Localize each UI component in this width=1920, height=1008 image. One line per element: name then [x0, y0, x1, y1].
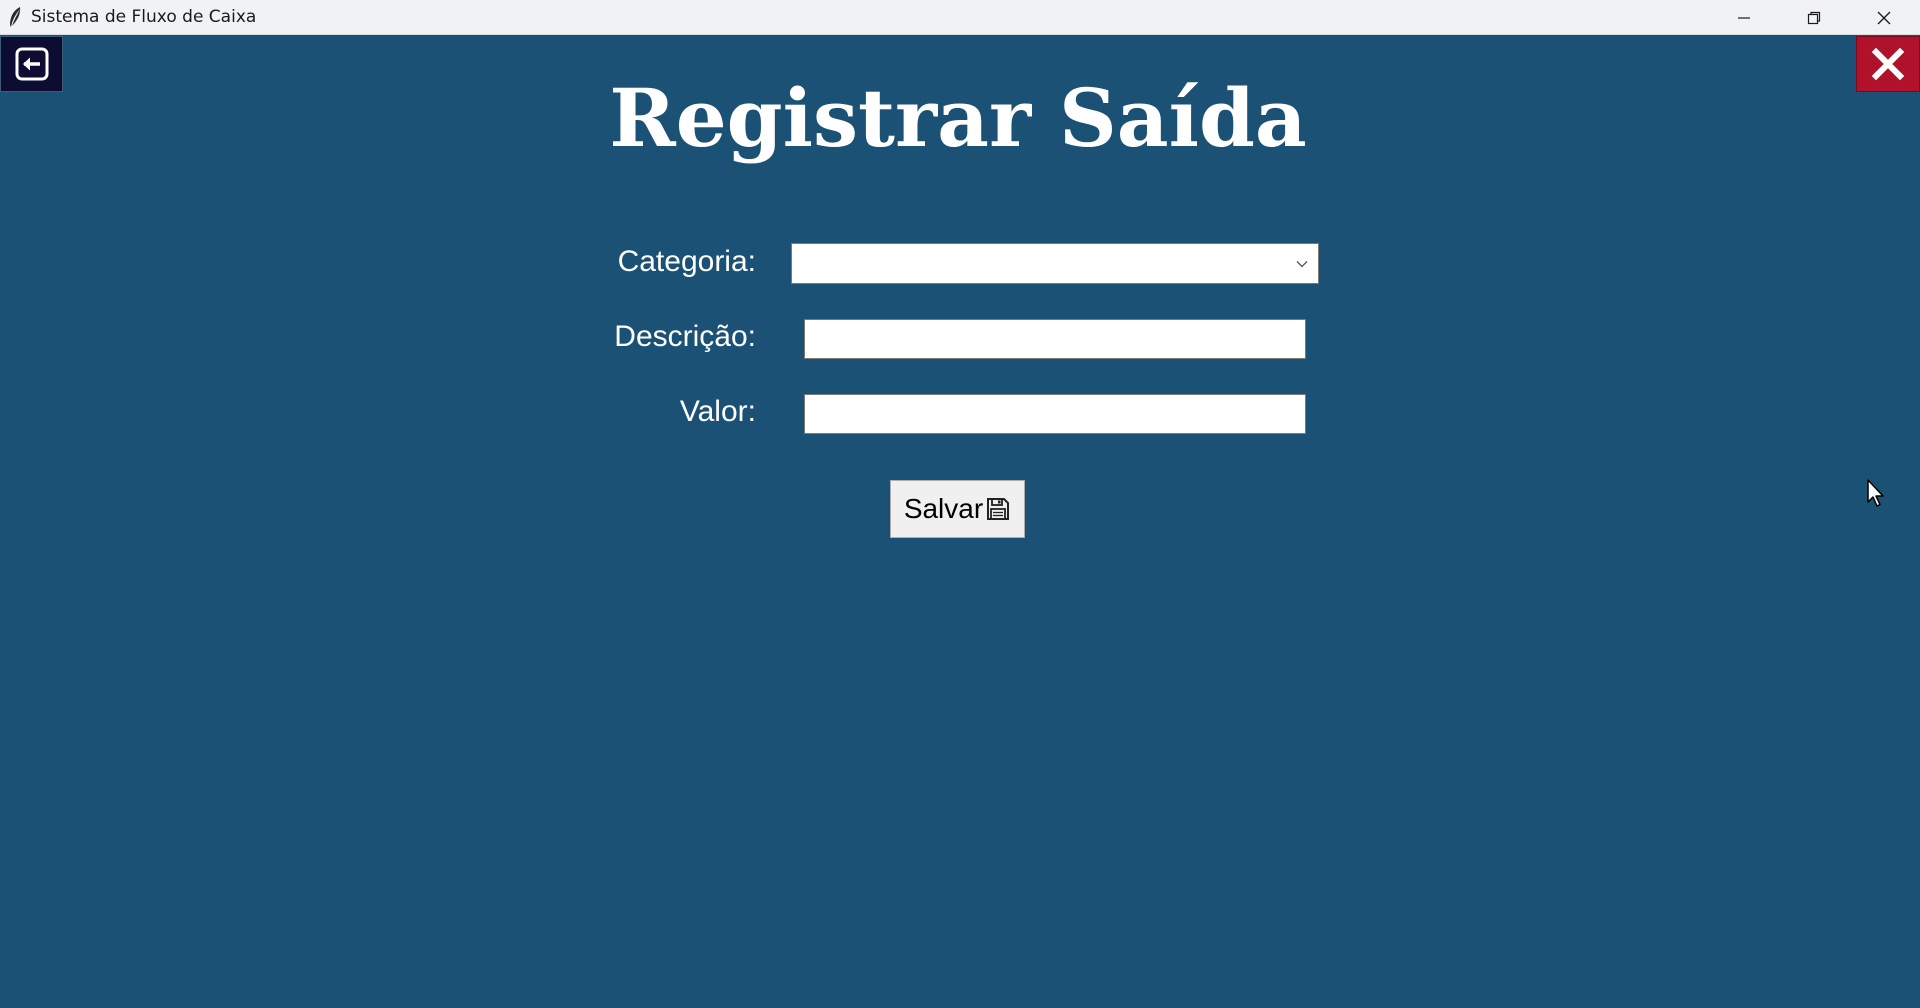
close-button[interactable] [1849, 0, 1919, 35]
minimize-icon [1738, 16, 1750, 19]
valor-label: Valor: [679, 395, 756, 428]
descricao-label: Descrição: [614, 320, 756, 353]
restore-icon [1807, 11, 1821, 24]
window-title: Sistema de Fluxo de Caixa [31, 7, 257, 27]
title-bar: Sistema de Fluxo de Caixa [0, 0, 1920, 35]
feather-icon [10, 7, 21, 27]
close-icon [1877, 11, 1891, 24]
descricao-input[interactable] [804, 319, 1306, 359]
mouse-cursor-icon [1867, 479, 1884, 507]
floppy-disk-icon [987, 498, 1010, 520]
save-button[interactable]: Salvar [890, 480, 1025, 538]
save-button-label: Salvar [903, 493, 984, 524]
client-area: Registrar Saída Categoria: Descrição: Va… [0, 35, 1920, 1008]
categoria-label: Categoria: [617, 245, 756, 278]
valor-input[interactable] [804, 394, 1306, 434]
page-title: Registrar Saída [609, 71, 1307, 165]
minimize-button[interactable] [1709, 0, 1779, 35]
categoria-combobox[interactable] [791, 243, 1319, 284]
chevron-down-icon[interactable] [1294, 256, 1310, 272]
app-window: Sistema de Fluxo de Caixa Registrar Saíd… [0, 0, 1920, 1008]
restore-button[interactable] [1779, 0, 1849, 35]
